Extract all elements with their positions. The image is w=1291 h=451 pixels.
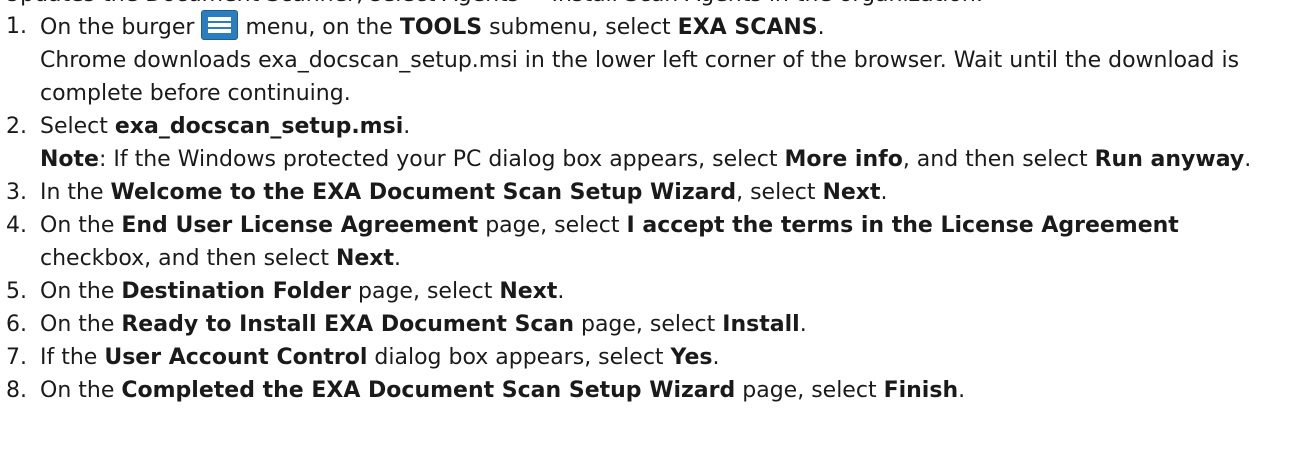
step-text: In the Welcome to the EXA Document Scan … xyxy=(40,180,888,205)
finish-label: Finish xyxy=(883,378,959,403)
step-4: 4. On the End User License Agreement pag… xyxy=(0,209,1285,275)
more-info-label: More info xyxy=(784,147,903,172)
step-number: 4. xyxy=(6,213,27,238)
next-label: Next xyxy=(499,279,558,304)
uac-label: User Account Control xyxy=(104,345,368,370)
step-7: 7. If the User Account Control dialog bo… xyxy=(0,341,1285,374)
step-text: On the Completed the EXA Document Scan S… xyxy=(40,378,966,403)
accept-terms-label: I accept the terms in the License Agreem… xyxy=(626,213,1179,238)
note-label: Note xyxy=(40,147,99,172)
step-note: Note: If the Windows protected your PC d… xyxy=(40,147,1252,172)
next-label: Next xyxy=(335,246,395,271)
step-number: 8. xyxy=(6,378,27,403)
yes-label: Yes xyxy=(670,345,713,370)
tools-submenu-label: TOOLS xyxy=(399,15,483,40)
step-number: 3. xyxy=(6,180,27,205)
step-number: 6. xyxy=(6,312,27,337)
run-anyway-label: Run anyway xyxy=(1094,147,1245,172)
burger-menu-icon xyxy=(201,10,239,40)
install-label: Install xyxy=(722,312,800,337)
msi-filename: exa_docscan_setup.msi xyxy=(114,114,404,139)
wizard-welcome-label: Welcome to the EXA Document Scan Setup W… xyxy=(110,180,737,205)
step-6: 6. On the Ready to Install EXA Document … xyxy=(0,308,1285,341)
step-text: If the User Account Control dialog box a… xyxy=(40,345,720,370)
step-text: On the burger menu, on the TOOLS submenu… xyxy=(40,10,1285,44)
step-5: 5. On the Destination Folder page, selec… xyxy=(0,275,1285,308)
step-note: Chrome downloads exa_docscan_setup.msi i… xyxy=(40,48,1240,106)
step-text: On the Ready to Install EXA Document Sca… xyxy=(40,312,807,337)
step-8: 8. On the Completed the EXA Document Sca… xyxy=(0,374,1285,407)
destination-folder-label: Destination Folder xyxy=(121,279,352,304)
exa-scans-label: EXA SCANS xyxy=(677,15,818,40)
step-text: Select exa_docscan_setup.msi. xyxy=(40,114,411,139)
step-number: 2. xyxy=(6,114,27,139)
ready-to-install-label: Ready to Install EXA Document Scan xyxy=(121,312,574,337)
step-text: On the Destination Folder page, select N… xyxy=(40,279,565,304)
step-number: 5. xyxy=(6,279,27,304)
installation-steps-list: 1. On the burger menu, on the TOOLS subm… xyxy=(0,10,1285,407)
step-1: 1. On the burger menu, on the TOOLS subm… xyxy=(0,10,1285,110)
next-label: Next xyxy=(822,180,881,205)
step-number: 7. xyxy=(6,345,27,370)
step-3: 3. In the Welcome to the EXA Document Sc… xyxy=(0,176,1285,209)
step-number: 1. xyxy=(6,14,27,39)
completed-wizard-label: Completed the EXA Document Scan Setup Wi… xyxy=(121,378,736,403)
step-text: On the End User License Agreement page, … xyxy=(40,213,1179,271)
step-2: 2. Select exa_docscan_setup.msi. Note: I… xyxy=(0,110,1285,176)
eula-page-label: End User License Agreement xyxy=(121,213,479,238)
